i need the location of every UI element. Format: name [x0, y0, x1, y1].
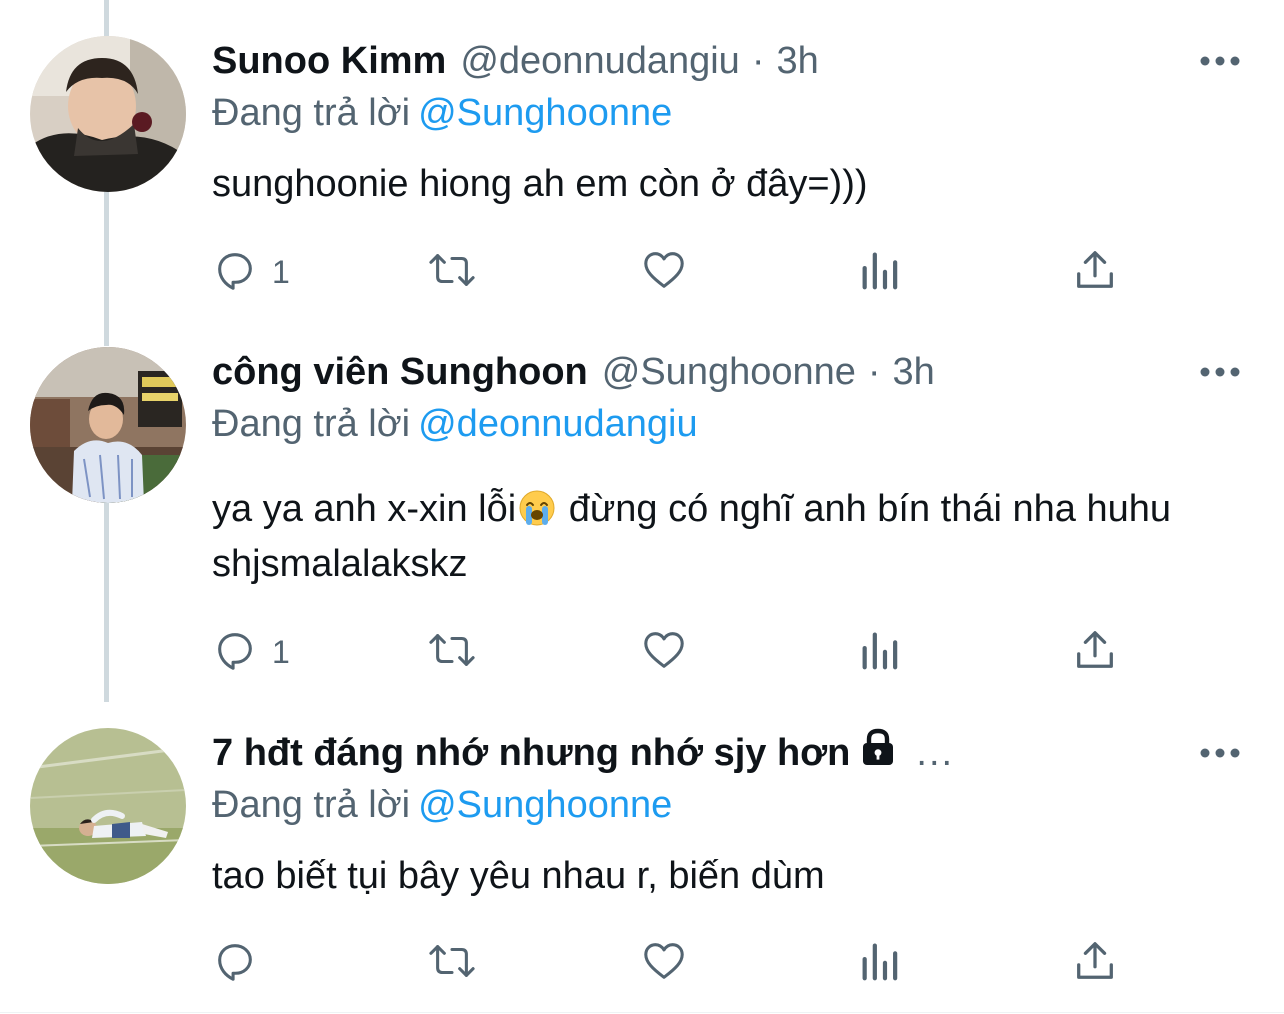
author-handle[interactable]: @Sunghoonne — [602, 347, 856, 397]
replying-label: Đang trả lời — [212, 784, 411, 826]
retweet-button[interactable] — [426, 938, 478, 988]
divider — [0, 1012, 1284, 1013]
avatar[interactable] — [30, 347, 186, 503]
replying-to: Đang trả lời @deonnudangiu — [212, 399, 698, 449]
author-name[interactable]: 7 hđt đáng nhớ nhưng nhớ sjy hơn — [212, 728, 850, 778]
replying-to: Đang trả lời @Sunghoonne — [212, 780, 672, 830]
replying-to: Đang trả lời @Sunghoonne — [212, 88, 672, 138]
tweet-text: tao biết tụi bây yêu nhau r, biến dùm — [212, 849, 1222, 904]
analytics-button[interactable] — [858, 247, 902, 297]
retweet-icon — [426, 627, 478, 678]
tweet-text-part: tao biết tụi bây yêu nhau r, biến dùm — [212, 855, 825, 897]
reply-icon — [212, 938, 258, 989]
analytics-icon — [858, 627, 902, 678]
tweet[interactable]: công viên Sunghoon @Sunghoonne · 3h Đang… — [0, 347, 1284, 707]
more-icon[interactable] — [1196, 357, 1244, 387]
replying-label: Đang trả lời — [212, 403, 411, 445]
like-icon — [640, 627, 688, 678]
analytics-icon — [858, 247, 902, 298]
avatar[interactable] — [30, 728, 186, 884]
author-name[interactable]: Sunoo Kimm — [212, 36, 446, 86]
action-bar: 1 — [212, 627, 1132, 677]
analytics-icon — [858, 938, 902, 989]
loudly-crying-face-emoji — [518, 488, 556, 526]
tweet-text-part: sunghoonie hiong ah em còn ở đây=))) — [212, 163, 868, 205]
tweet-header: 7 hđt đáng nhớ nhưng nhớ sjy hơn ... — [212, 728, 954, 778]
tweet-text: sunghoonie hiong ah em còn ở đây=))) — [212, 157, 1222, 212]
analytics-button[interactable] — [858, 938, 902, 988]
separator: · — [867, 351, 881, 393]
replying-label: Đang trả lời — [212, 92, 411, 134]
tweet-text: ya ya anh x-xin lỗi đừng có nghĩ anh bín… — [212, 482, 1222, 592]
replying-mention[interactable]: @deonnudangiu — [418, 403, 698, 445]
tweet[interactable]: 7 hđt đáng nhớ nhưng nhớ sjy hơn ... Đan… — [0, 728, 1284, 1014]
lock-icon — [860, 728, 896, 779]
author-name[interactable]: công viên Sunghoon — [212, 347, 588, 397]
analytics-button[interactable] — [858, 627, 902, 677]
avatar[interactable] — [30, 36, 186, 192]
like-icon — [640, 247, 688, 298]
share-button[interactable] — [1072, 627, 1118, 677]
like-icon — [640, 938, 688, 989]
share-icon — [1072, 247, 1118, 298]
reply-button[interactable]: 1 — [212, 247, 290, 297]
reply-icon — [212, 247, 258, 298]
author-handle[interactable]: @deonnudangiu — [460, 36, 740, 86]
tweet-text-part: ya ya anh x-xin lỗi — [212, 488, 517, 530]
retweet-button[interactable] — [426, 247, 478, 297]
timestamp[interactable]: 3h — [893, 347, 935, 397]
retweet-icon — [426, 938, 478, 989]
like-button[interactable] — [640, 938, 688, 988]
share-icon — [1072, 938, 1118, 989]
timestamp[interactable]: 3h — [776, 36, 818, 86]
tweet[interactable]: Sunoo Kimm @deonnudangiu · 3h Đang trả l… — [0, 36, 1284, 336]
name-truncation: ... — [916, 732, 955, 774]
tweet-header: công viên Sunghoon @Sunghoonne · 3h — [212, 347, 935, 397]
share-icon — [1072, 627, 1118, 678]
reply-count: 1 — [272, 253, 290, 290]
share-button[interactable] — [1072, 247, 1118, 297]
tweet-header: Sunoo Kimm @deonnudangiu · 3h — [212, 36, 819, 86]
thread-connector-line — [104, 0, 109, 36]
reply-button[interactable]: 1 — [212, 627, 290, 677]
share-button[interactable] — [1072, 938, 1118, 988]
retweet-icon — [426, 247, 478, 298]
more-icon[interactable] — [1196, 738, 1244, 768]
replying-mention[interactable]: @Sunghoonne — [418, 784, 672, 826]
separator: · — [751, 40, 765, 82]
action-bar: 1 — [212, 247, 1132, 297]
action-bar — [212, 938, 1132, 988]
replying-mention[interactable]: @Sunghoonne — [418, 92, 672, 134]
reply-icon — [212, 627, 258, 678]
reply-button[interactable] — [212, 938, 272, 988]
reply-count: 1 — [272, 633, 290, 670]
like-button[interactable] — [640, 627, 688, 677]
like-button[interactable] — [640, 247, 688, 297]
more-icon[interactable] — [1196, 46, 1244, 76]
retweet-button[interactable] — [426, 627, 478, 677]
